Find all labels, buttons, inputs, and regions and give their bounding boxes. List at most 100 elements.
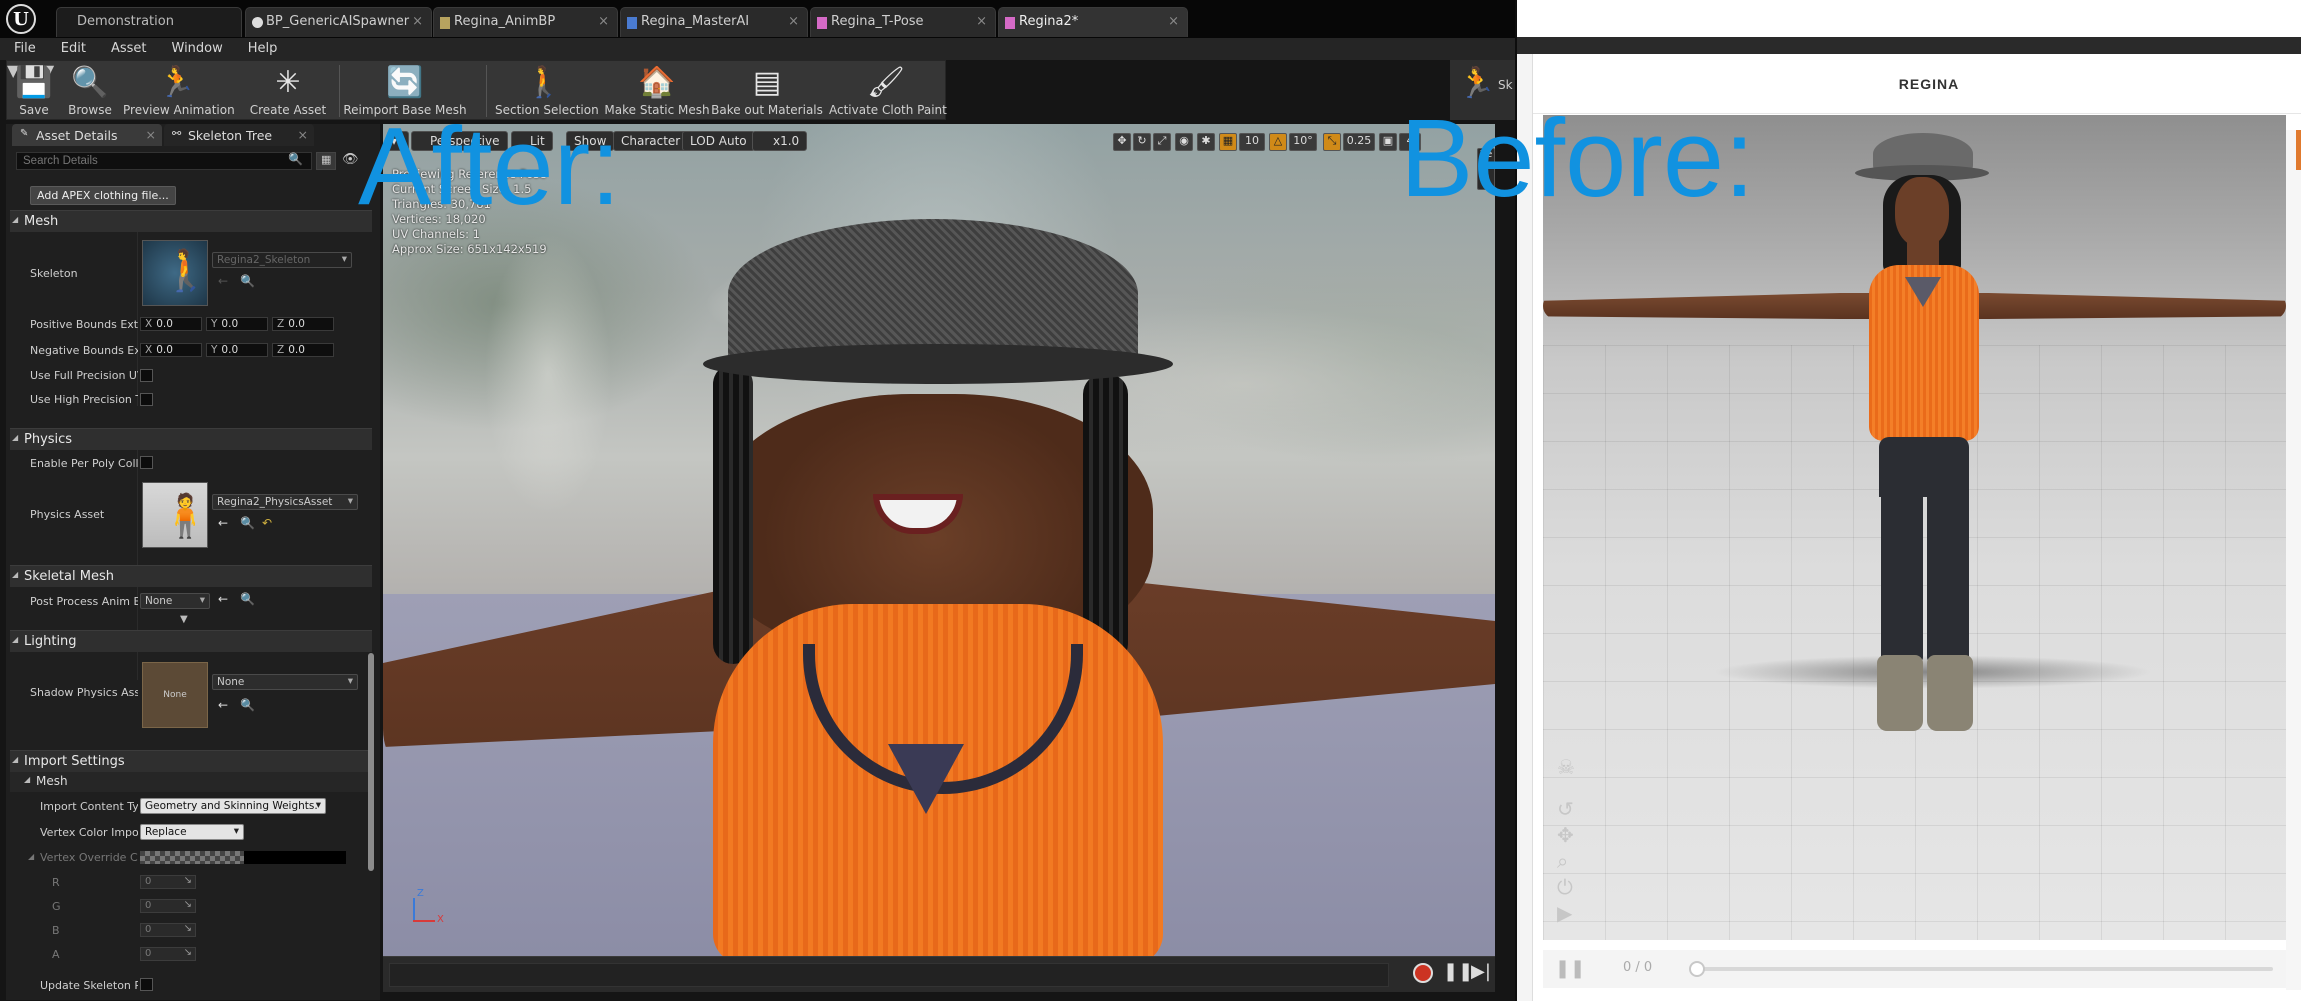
close-icon[interactable]: ×	[1168, 14, 1179, 29]
skeleton-combo[interactable]: Regina2_Skeleton	[212, 252, 352, 268]
menu-help[interactable]: Help	[234, 38, 289, 56]
high-precision-checkbox[interactable]	[140, 393, 153, 406]
vertex-override-color-preview[interactable]	[244, 851, 346, 864]
skull-icon[interactable]: ☠	[1557, 755, 1575, 779]
reset-icon[interactable]: ↶	[262, 516, 272, 530]
shadow-physics-combo[interactable]: None	[212, 674, 358, 690]
close-icon[interactable]: ×	[298, 127, 308, 142]
pause-icon[interactable]: ❚❚	[1555, 958, 1585, 979]
positive-bounds-x[interactable]: X 0.0	[140, 317, 202, 331]
zoom-icon[interactable]: ⌕	[1557, 849, 1568, 873]
tab-demonstration[interactable]: Demonstration	[56, 7, 242, 37]
back-arrow-icon[interactable]: ←	[218, 698, 228, 712]
playback-speed-button[interactable]: x1.0	[752, 131, 808, 151]
a-value-field[interactable]: 0	[140, 947, 196, 961]
close-icon[interactable]: ×	[598, 14, 609, 29]
vertex-override-color-swatch[interactable]	[140, 851, 244, 864]
grid-snap-icon[interactable]: ▦	[1219, 133, 1237, 151]
reset-view-icon[interactable]: ↺	[1557, 797, 1574, 821]
unreal-logo-icon[interactable]: U	[6, 4, 36, 34]
section-import-settings[interactable]: Import Settings	[10, 750, 372, 772]
details-scrollbar[interactable]	[368, 653, 374, 871]
import-content-type-combo[interactable]: Geometry and Skinning Weights.	[140, 798, 326, 814]
browse-icon[interactable]: 🔍	[240, 274, 255, 288]
scale-snap-icon[interactable]: ⤡	[1323, 133, 1341, 151]
section-skeletal-mesh[interactable]: Skeletal Mesh	[10, 565, 372, 587]
section-mesh[interactable]: Mesh	[10, 210, 372, 232]
browse-icon[interactable]: 🔍	[240, 516, 255, 530]
pause-icon[interactable]: ❚❚	[1443, 961, 1473, 982]
per-poly-collision-checkbox[interactable]	[140, 456, 153, 469]
negative-bounds-y[interactable]: Y 0.0	[206, 343, 268, 357]
update-skeleton-checkbox[interactable]	[140, 978, 153, 991]
preview-animation-button[interactable]: 🏃 Preview Animation	[123, 63, 235, 119]
g-value-field[interactable]: 0	[140, 899, 196, 913]
positive-bounds-y[interactable]: Y 0.0	[206, 317, 268, 331]
positive-bounds-z[interactable]: Z 0.0	[272, 317, 334, 331]
world-icon[interactable]: ◉	[1175, 133, 1193, 151]
physics-asset-thumbnail[interactable]: 🧍	[142, 482, 211, 548]
power-icon[interactable]: ⏻	[1557, 875, 1573, 899]
activate-cloth-paint-button[interactable]: 🖌 Activate Cloth Paint	[829, 63, 947, 119]
section-lighting[interactable]: Lighting	[10, 630, 372, 652]
tab-asset-details[interactable]: ✎ Asset Details ×	[12, 124, 162, 146]
browse-icon[interactable]: 🔍	[240, 592, 255, 606]
close-icon[interactable]: ×	[146, 127, 156, 142]
menu-edit[interactable]: Edit	[47, 38, 97, 56]
camera-speed-icon[interactable]: ▣	[1379, 133, 1397, 151]
skeleton-thumbnail[interactable]: 🚶	[142, 240, 211, 306]
lod-button[interactable]: LOD Auto	[682, 131, 755, 151]
close-icon[interactable]: ×	[412, 14, 423, 29]
vertex-color-import-combo[interactable]: Replace	[140, 824, 244, 840]
add-apex-clothing-button[interactable]: Add APEX clothing file...	[30, 186, 176, 205]
back-arrow-icon[interactable]: ←	[218, 274, 228, 288]
post-process-anim-combo[interactable]: None	[140, 593, 210, 609]
scale-icon[interactable]: ⤢	[1153, 133, 1171, 151]
shadow-physics-thumbnail[interactable]: None	[142, 662, 208, 728]
browse-button[interactable]: 🔍 Browse	[61, 63, 119, 119]
close-icon[interactable]: ×	[788, 14, 799, 29]
viewer-scrollbar[interactable]	[2286, 130, 2301, 990]
physics-asset-combo[interactable]: Regina2_PhysicsAsset	[212, 494, 358, 510]
create-asset-button[interactable]: ✳ Create Asset	[245, 63, 331, 119]
rotation-snap-value[interactable]: 10°	[1289, 133, 1317, 151]
animation-progress-handle[interactable]	[1689, 961, 1705, 977]
close-icon[interactable]: ×	[976, 14, 987, 29]
rotation-snap-icon[interactable]: △	[1269, 133, 1287, 151]
back-arrow-icon[interactable]: ←	[218, 516, 228, 530]
camera-icon[interactable]: ▶	[1557, 901, 1572, 925]
section-physics[interactable]: Physics	[10, 428, 372, 450]
surface-snap-icon[interactable]: ✱	[1197, 133, 1215, 151]
full-precision-uv-checkbox[interactable]	[140, 369, 153, 382]
b-value-field[interactable]: 0	[140, 923, 196, 937]
tab-skeleton-tree[interactable]: ⚯ Skeleton Tree ×	[164, 124, 314, 146]
bake-out-materials-button[interactable]: ▤ Bake out Materials	[711, 63, 823, 119]
tab-bp-genericaispawner[interactable]: BP_GenericAISpawner ×	[245, 7, 432, 37]
scale-snap-value[interactable]: 0.25	[1343, 133, 1375, 151]
tab-regina-masterai[interactable]: Regina_MasterAI ×	[620, 7, 808, 37]
timeline-track[interactable]	[389, 963, 1389, 987]
negative-bounds-x[interactable]: X 0.0	[140, 343, 202, 357]
model-preview-canvas[interactable]: ☠ ↺ ✥ ⌕ ⏻ ▶	[1543, 115, 2286, 940]
subsection-mesh[interactable]: Mesh	[10, 772, 372, 792]
pan-icon[interactable]: ✥	[1557, 823, 1574, 847]
mesh-viewport[interactable]: ▾ Perspective Lit Show Character LOD Aut…	[383, 124, 1495, 956]
rotate-icon[interactable]: ↻	[1133, 133, 1151, 151]
character-button[interactable]: Character	[613, 131, 689, 151]
negative-bounds-z[interactable]: Z 0.0	[272, 343, 334, 357]
tab-regina2[interactable]: Regina2* ×	[998, 7, 1188, 37]
tab-regina-t-pose[interactable]: Regina_T-Pose ×	[810, 7, 996, 37]
grid-value[interactable]: 10	[1239, 133, 1265, 151]
menu-window[interactable]: Window	[158, 38, 234, 56]
record-icon[interactable]	[1413, 963, 1433, 983]
back-arrow-icon[interactable]: ←	[218, 592, 228, 606]
menu-file[interactable]: File	[0, 38, 47, 56]
menu-asset[interactable]: Asset	[97, 38, 158, 56]
property-matrix-button[interactable]: ▦	[316, 152, 336, 170]
tab-regina-animbp[interactable]: Regina_AnimBP ×	[433, 7, 618, 37]
translate-icon[interactable]: ✥	[1113, 133, 1131, 151]
save-button[interactable]: 💾 Save	[11, 63, 57, 119]
animation-progress-track[interactable]	[1693, 967, 2273, 971]
search-details-input[interactable]	[16, 152, 312, 170]
expand-advanced-icon[interactable]: ▼	[180, 614, 188, 625]
